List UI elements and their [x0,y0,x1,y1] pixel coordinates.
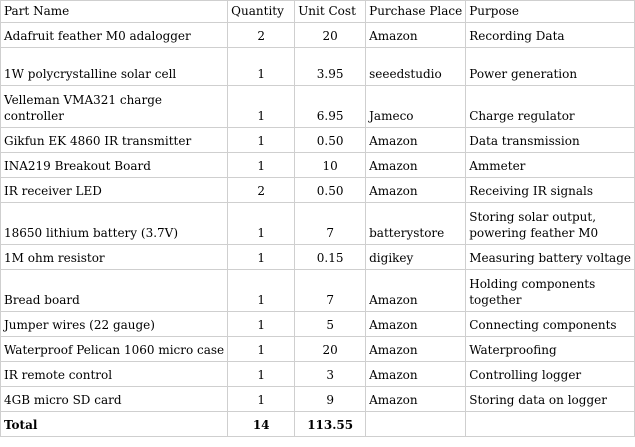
header-row: Part Name Quantity Unit Cost Purchase Pl… [0,0,635,23]
table-row: Jumper wires (22 gauge) 1 5 Amazon Conne… [0,311,635,337]
quantity-cell: 1 [227,361,296,387]
quantity-cell: 1 [227,152,296,178]
unit-cost-cell: 3.95 [294,47,367,86]
header-purchase-place: Purchase Place [365,0,467,23]
unit-cost-cell: 3 [294,361,367,387]
quantity-cell: 1 [227,386,296,412]
table-row: 1W polycrystalline solar cell 1 3.95 see… [0,47,635,86]
purpose-cell: Controlling logger [465,361,635,387]
table-row: IR receiver LED 2 0.50 Amazon Receiving … [0,177,635,203]
purpose-cell: Storing data on logger [465,386,635,412]
total-label: Total [0,411,229,437]
total-purpose [465,411,635,437]
table-row: Waterproof Pelican 1060 micro case 1 20 … [0,336,635,362]
part-name-cell: 4GB micro SD card [0,386,229,412]
total-quantity: 14 [227,411,296,437]
table-row: Velleman VMA321 charge controller 1 6.95… [0,85,635,128]
table-row: 4GB micro SD card 1 9 Amazon Storing dat… [0,386,635,412]
part-name-cell: Gikfun EK 4860 IR transmitter [0,127,229,153]
unit-cost-cell: 5 [294,311,367,337]
purpose-cell: Recording Data [465,22,635,48]
purchase-place-cell: Amazon [365,311,467,337]
total-purchase-place [365,411,467,437]
part-name-cell: IR receiver LED [0,177,229,203]
purchase-place-cell: Amazon [365,386,467,412]
purchase-place-cell: Amazon [365,361,467,387]
unit-cost-cell: 6.95 [294,85,367,128]
part-name-cell: Adafruit feather M0 adalogger [0,22,229,48]
purchase-place-cell: seeedstudio [365,47,467,86]
header-purpose: Purpose [465,0,635,23]
header-unit-cost: Unit Cost [294,0,367,23]
quantity-cell: 1 [227,244,296,270]
parts-table: Part Name Quantity Unit Cost Purchase Pl… [0,0,635,437]
table-row: 1M ohm resistor 1 0.15 digikey Measuring… [0,244,635,270]
unit-cost-cell: 10 [294,152,367,178]
unit-cost-cell: 0.50 [294,127,367,153]
table-row: Adafruit feather M0 adalogger 2 20 Amazo… [0,22,635,48]
table-row: 18650 lithium battery (3.7V) 1 7 battery… [0,202,635,245]
quantity-cell: 1 [227,47,296,86]
purchase-place-cell: Amazon [365,22,467,48]
part-name-cell: 18650 lithium battery (3.7V) [0,202,229,245]
purchase-place-cell: digikey [365,244,467,270]
purpose-cell: Charge regulator [465,85,635,128]
unit-cost-cell: 20 [294,336,367,362]
purchase-place-cell: Jameco [365,85,467,128]
part-name-cell: Bread board [0,269,229,312]
table-row: IR remote control 1 3 Amazon Controlling… [0,361,635,387]
purpose-cell: Measuring battery voltage [465,244,635,270]
quantity-cell: 1 [227,311,296,337]
quantity-cell: 1 [227,85,296,128]
purpose-cell: Storing solar output, powering feather M… [465,202,635,245]
quantity-cell: 1 [227,336,296,362]
part-name-cell: 1M ohm resistor [0,244,229,270]
part-name-cell: Jumper wires (22 gauge) [0,311,229,337]
purchase-place-cell: Amazon [365,127,467,153]
table-row: Gikfun EK 4860 IR transmitter 1 0.50 Ama… [0,127,635,153]
unit-cost-cell: 0.50 [294,177,367,203]
unit-cost-cell: 9 [294,386,367,412]
unit-cost-cell: 7 [294,202,367,245]
quantity-cell: 1 [227,127,296,153]
purchase-place-cell: Amazon [365,152,467,178]
header-quantity: Quantity [227,0,296,23]
purchase-place-cell: Amazon [365,177,467,203]
purchase-place-cell: Amazon [365,336,467,362]
quantity-cell: 1 [227,202,296,245]
total-row: Total 14 113.55 [0,411,635,437]
quantity-cell: 2 [227,177,296,203]
table-row: INA219 Breakout Board 1 10 Amazon Ammete… [0,152,635,178]
purpose-cell: Ammeter [465,152,635,178]
purpose-cell: Holding components together [465,269,635,312]
table-row: Bread board 1 7 Amazon Holding component… [0,269,635,312]
part-name-cell: Velleman VMA321 charge controller [0,85,229,128]
part-name-cell: Waterproof Pelican 1060 micro case [0,336,229,362]
header-part-name: Part Name [0,0,229,23]
purpose-cell: Power generation [465,47,635,86]
purpose-cell: Connecting components [465,311,635,337]
quantity-cell: 1 [227,269,296,312]
part-name-cell: 1W polycrystalline solar cell [0,47,229,86]
unit-cost-cell: 20 [294,22,367,48]
purchase-place-cell: batterystore [365,202,467,245]
purpose-cell: Receiving IR signals [465,177,635,203]
unit-cost-cell: 0.15 [294,244,367,270]
part-name-cell: IR remote control [0,361,229,387]
purchase-place-cell: Amazon [365,269,467,312]
purpose-cell: Data transmission [465,127,635,153]
quantity-cell: 2 [227,22,296,48]
unit-cost-cell: 7 [294,269,367,312]
part-name-cell: INA219 Breakout Board [0,152,229,178]
purpose-cell: Waterproofing [465,336,635,362]
total-unit-cost: 113.55 [294,411,367,437]
